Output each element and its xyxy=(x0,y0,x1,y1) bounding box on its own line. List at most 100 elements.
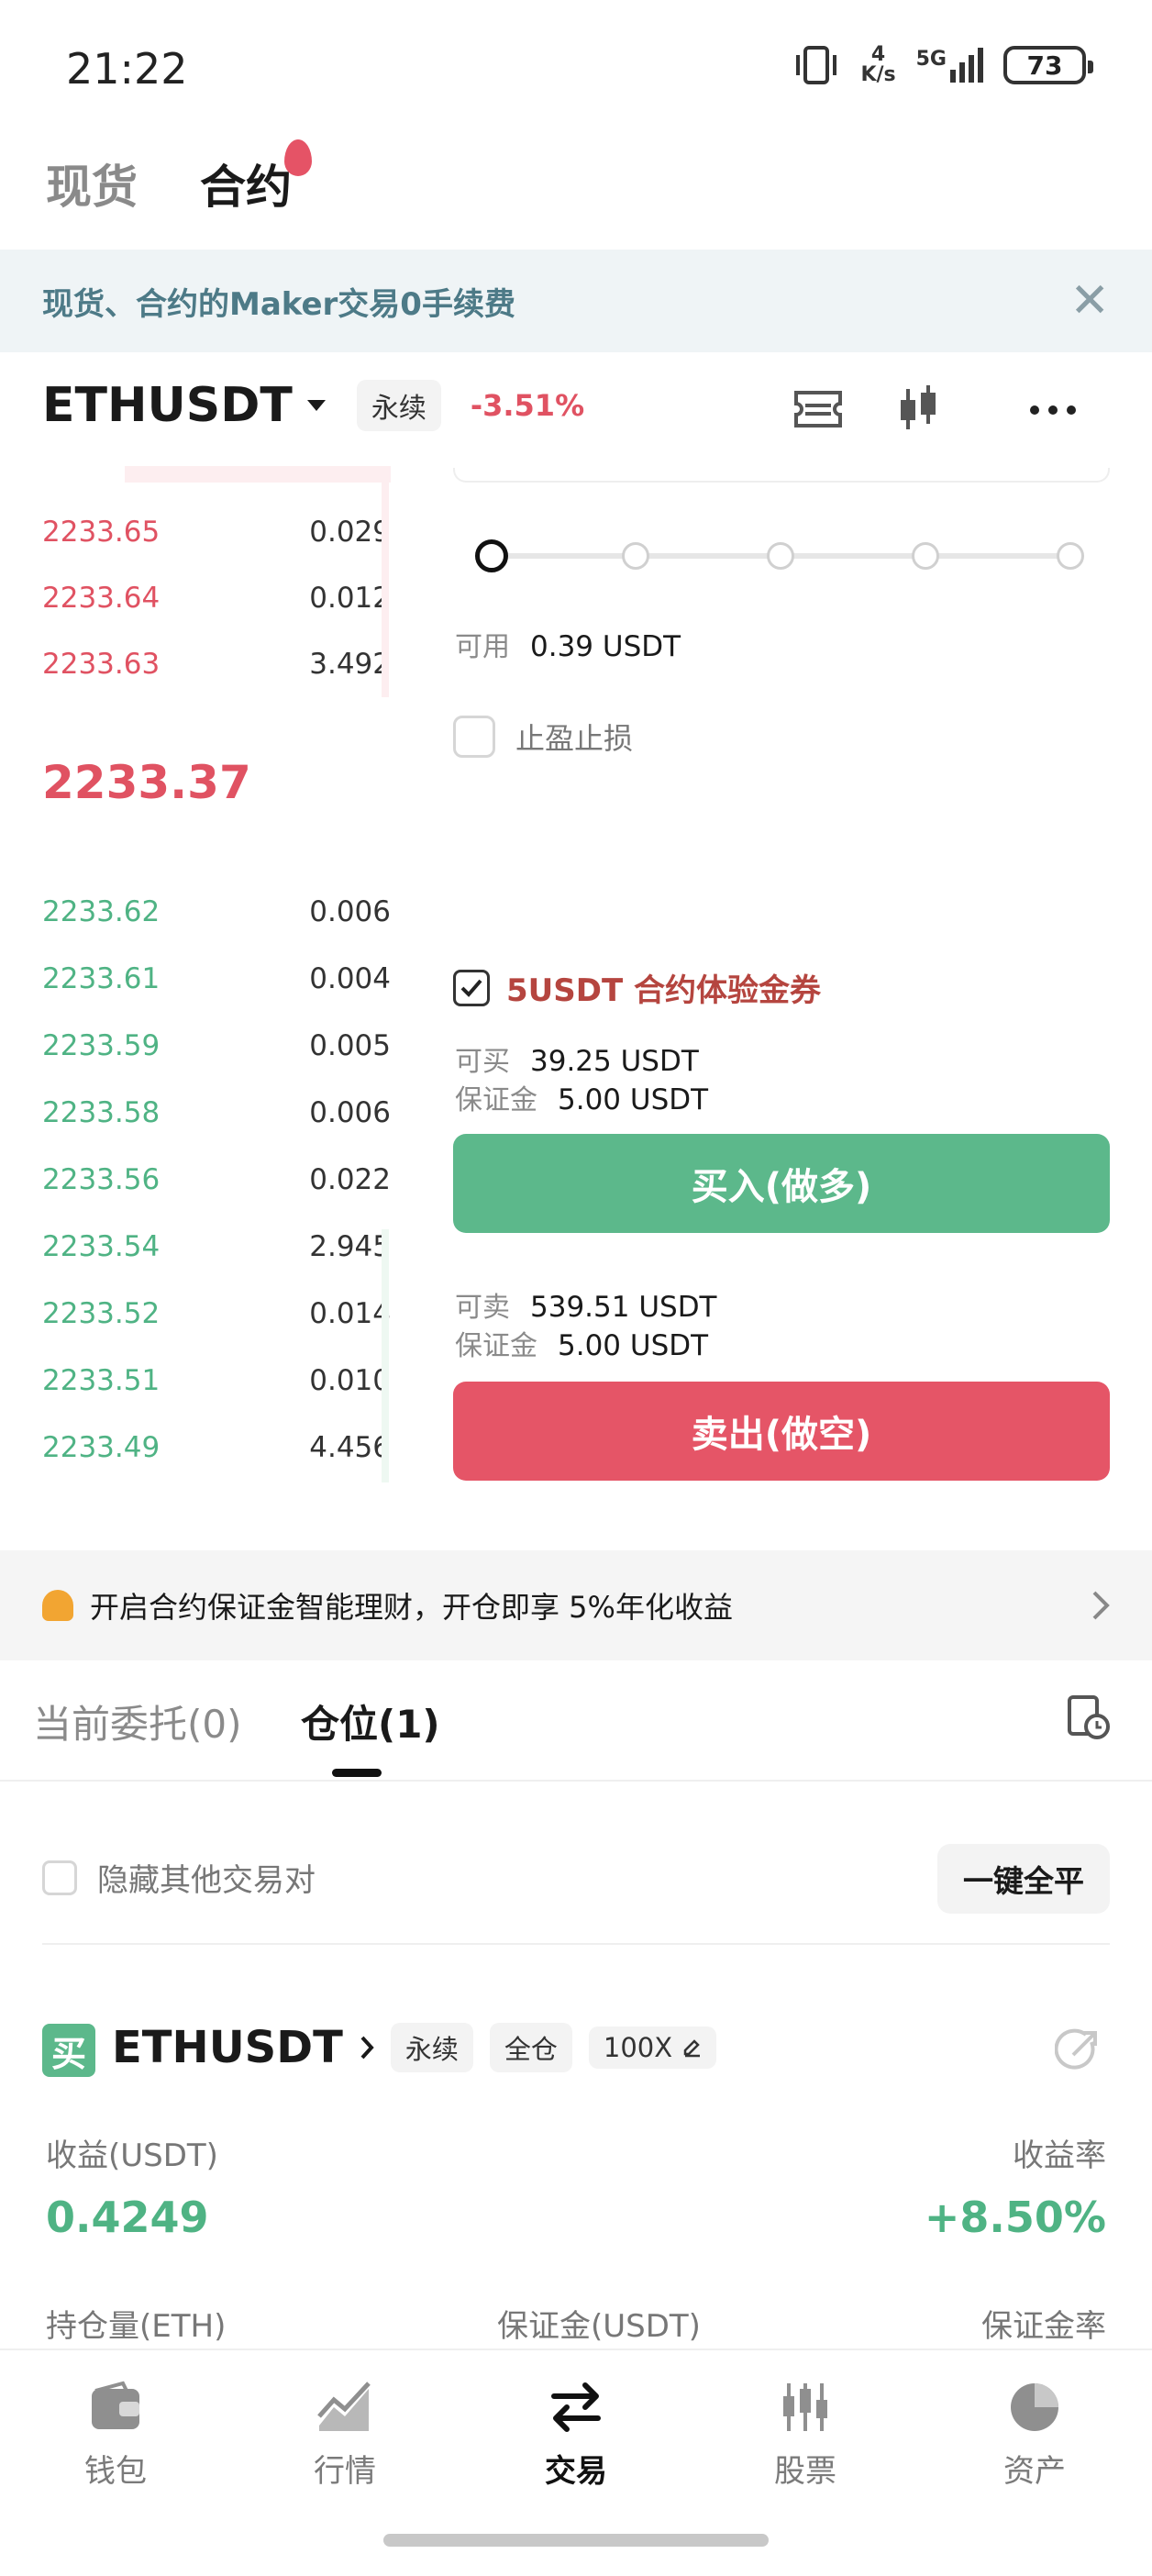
nav-label: 资产 xyxy=(1003,2453,1066,2490)
bid-row[interactable]: 2233.59 0.005 xyxy=(42,1013,391,1079)
pnl-label: 收益(USDT) xyxy=(46,2137,218,2174)
sell-max-row: 可卖 539.51 USDT xyxy=(455,1284,717,1325)
bid-qty: 0.005 xyxy=(309,1029,391,1062)
bid-row[interactable]: 2233.54 2.945 xyxy=(42,1214,391,1280)
hide-other-pairs-toggle[interactable]: 隐藏其他交易对 xyxy=(42,1855,316,1900)
amount-input-edge[interactable] xyxy=(453,468,1110,483)
bid-price: 2233.52 xyxy=(42,1297,161,1330)
tab-futures[interactable]: 合约 xyxy=(200,150,292,217)
net-speed-unit: K/s xyxy=(860,63,896,86)
nav-trade[interactable]: 交易 xyxy=(484,2380,668,2491)
pie-icon xyxy=(1011,2383,1058,2431)
tab-positions[interactable]: 仓位(1) xyxy=(301,1693,440,1749)
slider-stop[interactable] xyxy=(1057,542,1084,570)
bid-row[interactable]: 2233.61 0.004 xyxy=(42,946,391,1012)
size-label: 持仓量(ETH) xyxy=(46,2308,227,2345)
nav-market[interactable]: 行情 xyxy=(253,2380,437,2491)
roe-label: 收益率 xyxy=(1013,2137,1106,2174)
caret-down-icon xyxy=(306,400,326,411)
battery-level: 73 xyxy=(1026,50,1063,81)
position-symbol-row[interactable]: ETHUSDT 永续 全仓 100X xyxy=(112,2022,717,2073)
ask-row-partial xyxy=(42,466,391,483)
buy-margin-value: 5.00 USDT xyxy=(558,1083,709,1116)
slider-stop[interactable] xyxy=(622,542,649,570)
bid-price: 2233.49 xyxy=(42,1431,161,1464)
ask-qty: 0.012 xyxy=(309,582,391,615)
close-icon[interactable]: ✕ xyxy=(1069,277,1110,325)
bid-price: 2233.58 xyxy=(42,1096,161,1129)
candlestick-icon[interactable] xyxy=(895,383,941,435)
sell-max-label: 可卖 xyxy=(455,1292,510,1324)
slider-stop[interactable] xyxy=(767,542,794,570)
leverage-tag[interactable]: 100X xyxy=(588,2026,717,2069)
bid-row[interactable]: 2233.56 0.022 xyxy=(42,1147,391,1213)
nav-wallet[interactable]: 钱包 xyxy=(24,2380,207,2491)
chevron-right-icon xyxy=(1092,1591,1110,1620)
tp-sl-checkbox[interactable] xyxy=(453,716,495,758)
bid-price: 2233.51 xyxy=(42,1364,161,1397)
tab-open-orders[interactable]: 当前委托(0) xyxy=(33,1693,242,1749)
sell-margin-value: 5.00 USDT xyxy=(558,1329,709,1362)
ask-qty: 0.029 xyxy=(309,516,391,549)
coupon-toggle[interactable]: 5USDT 合约体验金券 xyxy=(453,965,821,1010)
buy-margin-row: 保证金 5.00 USDT xyxy=(455,1077,708,1117)
margin-label: 保证金(USDT) xyxy=(497,2308,701,2345)
ask-row[interactable]: 2233.65 0.029 xyxy=(42,499,391,565)
slider-stop[interactable] xyxy=(912,542,939,570)
coupon-checkbox[interactable] xyxy=(453,969,490,1006)
close-all-button[interactable]: 一键全平 xyxy=(937,1844,1110,1914)
stocks-icon xyxy=(783,2383,827,2431)
ask-row[interactable]: 2233.63 3.492 xyxy=(42,631,391,697)
hide-other-pairs-checkbox[interactable] xyxy=(42,1860,77,1895)
tp-sl-toggle[interactable]: 止盈止损 xyxy=(453,716,633,758)
symbol-selector[interactable]: ETHUSDT 永续 -3.51% xyxy=(42,378,584,433)
bid-row[interactable]: 2233.52 0.014 xyxy=(42,1281,391,1347)
tab-spot[interactable]: 现货 xyxy=(46,150,138,217)
sell-max-value: 539.51 USDT xyxy=(530,1291,717,1324)
bid-row[interactable]: 2233.49 4.456 xyxy=(42,1415,391,1481)
bid-row[interactable]: 2233.51 0.010 xyxy=(42,1348,391,1414)
bid-price: 2233.56 xyxy=(42,1163,161,1196)
home-indicator[interactable] xyxy=(383,2534,769,2547)
ask-qty: 3.492 xyxy=(309,648,391,681)
pnl-value: 0.4249 xyxy=(46,2193,209,2242)
nav-label: 交易 xyxy=(545,2453,607,2490)
hide-other-pairs-label: 隐藏其他交易对 xyxy=(97,1862,316,1899)
available-value: 0.39 USDT xyxy=(530,630,681,663)
ask-row[interactable]: 2233.64 0.012 xyxy=(42,565,391,631)
banner-text: 现货、合约的Maker交易0手续费 xyxy=(42,285,515,323)
margin-mode-tag[interactable]: 全仓 xyxy=(489,2023,572,2072)
bid-depth-bar xyxy=(382,1229,389,1482)
bid-row[interactable]: 2233.58 0.006 xyxy=(42,1080,391,1146)
available-label: 可用 xyxy=(455,631,510,663)
bid-qty: 0.006 xyxy=(309,1096,391,1129)
nav-assets[interactable]: 资产 xyxy=(943,2380,1126,2491)
sell-margin-label: 保证金 xyxy=(455,1330,537,1362)
more-icon[interactable] xyxy=(1029,404,1077,416)
network-type: 5G xyxy=(915,48,947,71)
bid-price: 2233.62 xyxy=(42,895,161,928)
margin-wealth-promo[interactable]: 开启合约保证金智能理财，开仓即享 5%年化收益 xyxy=(0,1550,1152,1660)
buy-max-value: 39.25 USDT xyxy=(530,1045,699,1078)
signal-icon: 5G xyxy=(916,48,983,83)
ticket-icon[interactable] xyxy=(792,389,844,429)
history-icon[interactable] xyxy=(1064,1693,1112,1741)
wallet-icon xyxy=(92,2381,139,2429)
share-icon[interactable] xyxy=(1055,2027,1101,2073)
nav-stocks[interactable]: 股票 xyxy=(714,2380,897,2491)
edit-icon xyxy=(683,2039,701,2058)
position-type-tag: 永续 xyxy=(390,2023,473,2072)
ask-price: 2233.64 xyxy=(42,582,161,615)
slider-stop[interactable] xyxy=(475,539,508,572)
active-tab-indicator xyxy=(332,1769,382,1777)
price-change: -3.51% xyxy=(470,388,585,423)
ask-depth-bar xyxy=(382,468,389,697)
battery-icon: 73 xyxy=(1003,46,1093,84)
chevron-right-icon xyxy=(360,2036,374,2060)
side-badge: 买 xyxy=(42,2024,95,2077)
chart-icon xyxy=(317,2382,371,2431)
bid-row[interactable]: 2233.62 0.006 xyxy=(42,879,391,945)
hot-flame-icon xyxy=(284,139,312,176)
sell-short-button[interactable]: 卖出(做空) xyxy=(453,1382,1110,1481)
buy-long-button[interactable]: 买入(做多) xyxy=(453,1134,1110,1233)
